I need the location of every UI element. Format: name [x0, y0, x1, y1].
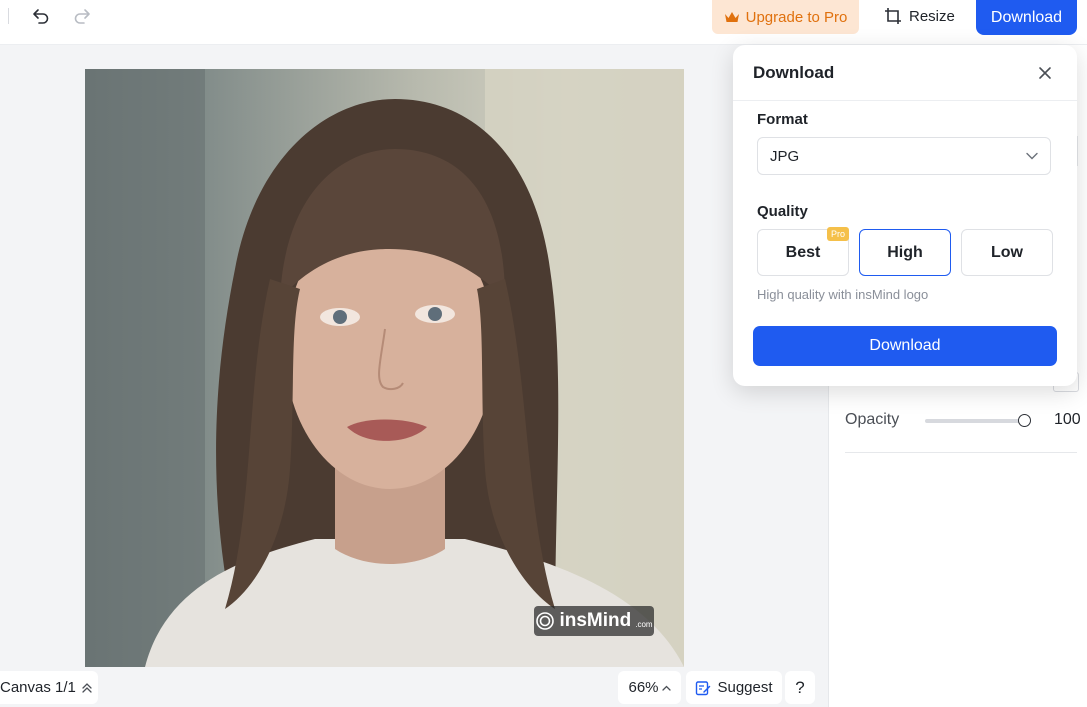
- dialog-download-button[interactable]: Download: [753, 326, 1057, 366]
- format-label: Format: [757, 111, 808, 128]
- download-label: Download: [990, 8, 1063, 26]
- portrait-illustration: [85, 69, 684, 667]
- quality-high-label: High: [887, 243, 923, 261]
- format-value: JPG: [770, 147, 800, 165]
- close-icon: [1039, 67, 1051, 79]
- format-select[interactable]: JPG: [757, 137, 1051, 175]
- quality-high-button[interactable]: High: [859, 229, 951, 276]
- upgrade-to-pro-button[interactable]: Upgrade to Pro: [712, 0, 859, 34]
- quality-low-button[interactable]: Low: [961, 229, 1053, 276]
- panel-divider: [845, 452, 1077, 453]
- crop-icon: [885, 8, 901, 24]
- quality-low-label: Low: [991, 243, 1023, 261]
- opacity-slider[interactable]: [925, 419, 1025, 423]
- resize-button[interactable]: Resize: [884, 0, 955, 32]
- quality-hint: High quality with insMind logo: [757, 287, 929, 302]
- chevron-down-icon: [1026, 152, 1038, 160]
- watermark-text: insMind: [559, 610, 632, 631]
- dialog-title: Download: [753, 63, 835, 82]
- undo-button[interactable]: [29, 4, 53, 28]
- opacity-label: Opacity: [845, 411, 900, 428]
- zoom-label: 66%: [628, 679, 659, 696]
- help-label: ?: [795, 677, 805, 697]
- portrait-image[interactable]: [85, 69, 684, 667]
- canvas-label: Canvas 1/1: [0, 679, 76, 696]
- quality-best-label: Best: [785, 243, 821, 261]
- edit-note-icon: [696, 680, 711, 695]
- pro-badge: Pro: [827, 227, 849, 241]
- chevron-up-icon: [661, 685, 671, 691]
- opacity-value: 100: [1054, 411, 1081, 428]
- help-button[interactable]: ?: [785, 671, 815, 704]
- suggest-label: Suggest: [717, 679, 773, 696]
- suggest-button[interactable]: Suggest: [686, 671, 782, 704]
- canvas-pager[interactable]: Canvas 1/1: [0, 671, 98, 704]
- resize-label: Resize: [909, 7, 955, 25]
- dialog-download-label: Download: [869, 337, 941, 354]
- panel-edge: [1077, 136, 1087, 166]
- close-button[interactable]: [1035, 63, 1055, 83]
- undo-icon: [33, 9, 49, 24]
- zoom-control[interactable]: 66%: [618, 671, 681, 704]
- crown-icon: [724, 12, 739, 22]
- insmind-watermark: insMind .com: [534, 606, 654, 636]
- quality-label: Quality: [757, 203, 808, 220]
- insmind-logo-icon: [536, 612, 555, 630]
- redo-button[interactable]: [70, 4, 94, 28]
- chevron-double-up-icon: [82, 682, 92, 693]
- opacity-slider-thumb[interactable]: [1018, 414, 1031, 427]
- upgrade-label: Upgrade to Pro: [745, 8, 848, 26]
- download-dialog: Download Format JPG Quality Best Pro Hig…: [733, 45, 1077, 386]
- toolbar-divider: [8, 8, 9, 24]
- top-toolbar: Upgrade to Pro Resize Download: [0, 0, 1087, 45]
- redo-icon: [74, 9, 90, 24]
- watermark-suffix: .com: [635, 619, 653, 629]
- download-button[interactable]: Download: [976, 0, 1077, 35]
- dialog-divider: [733, 100, 1077, 101]
